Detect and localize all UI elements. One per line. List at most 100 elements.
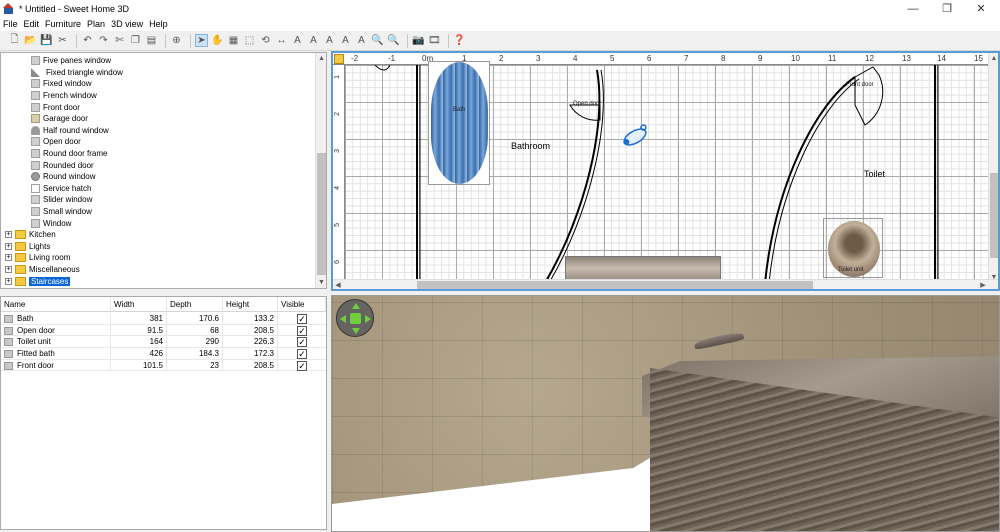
undo-icon[interactable]: ↶ <box>81 34 94 47</box>
tree-item-five-panes-window[interactable]: Five panes window <box>31 55 111 67</box>
italic-text-icon[interactable]: A <box>355 34 368 47</box>
tree-folder-lights[interactable]: + Lights <box>5 241 50 253</box>
visible-checkbox[interactable]: ✓ <box>297 360 307 371</box>
scroll-left-icon[interactable]: ◀ <box>333 280 343 289</box>
tree-item-slider-window[interactable]: Slider window <box>31 194 92 206</box>
furniture-table[interactable]: Name Width Depth Height Visible Bath 381… <box>0 296 327 530</box>
column-header-height[interactable]: Height <box>223 297 278 312</box>
column-header-width[interactable]: Width <box>111 297 167 312</box>
expand-icon[interactable]: + <box>5 266 12 274</box>
redo-icon[interactable]: ↷ <box>97 34 110 47</box>
pan-icon[interactable]: ✋ <box>211 34 224 47</box>
visible-checkbox[interactable]: ✓ <box>297 314 307 324</box>
cut-icon[interactable]: ✄ <box>113 34 126 47</box>
tree-item-fixed-window[interactable]: Fixed window <box>31 78 91 90</box>
scroll-thumb[interactable] <box>317 153 326 275</box>
select-icon[interactable]: ➤ <box>195 34 208 47</box>
tree-item-rounded-door[interactable]: Rounded door <box>31 159 94 171</box>
decrease-text-icon[interactable]: A <box>323 34 336 47</box>
tree-item-fixed-triangle-window[interactable]: Fixed triangle window <box>31 67 123 79</box>
new-icon[interactable]: 🗋 <box>8 34 21 47</box>
column-header-depth[interactable]: Depth <box>167 297 223 312</box>
table-row[interactable]: Toilet unit 164 290 226.3 ✓ <box>1 336 326 349</box>
menu-edit[interactable]: Edit <box>21 19 43 29</box>
plan-bath-object[interactable]: Bath <box>428 61 490 185</box>
menu-3d-view[interactable]: 3D view <box>108 19 146 29</box>
tree-folder-staircases[interactable]: + Staircases <box>5 275 71 287</box>
column-header-name[interactable]: Name <box>1 297 111 312</box>
move-backward-arrow-icon[interactable] <box>352 328 360 334</box>
create-walls-icon[interactable]: ▦ <box>227 34 240 47</box>
menu-furniture[interactable]: Furniture <box>42 19 84 29</box>
plan-front-door-label[interactable]: Front door <box>846 82 874 88</box>
tree-item-service-hatch[interactable]: Service hatch <box>31 183 91 195</box>
save-icon[interactable]: 💾 <box>40 34 53 47</box>
create-video-icon[interactable]: 🎞 <box>428 34 441 47</box>
tree-item-small-window[interactable]: Small window <box>31 206 92 218</box>
create-photo-icon[interactable]: 📷 <box>412 34 425 47</box>
table-row[interactable]: Open door 91.5 68 208.5 ✓ <box>1 324 326 337</box>
add-text-icon[interactable]: A <box>291 34 304 47</box>
create-rooms-icon[interactable]: ⬚ <box>243 34 256 47</box>
scroll-thumb[interactable] <box>990 173 998 258</box>
paste-icon[interactable]: ▤ <box>145 34 158 47</box>
room-label-toilet[interactable]: Toilet <box>864 169 885 179</box>
tree-folder-kitchen[interactable]: + Kitchen <box>5 229 56 241</box>
open-icon[interactable]: 📂 <box>24 34 37 47</box>
scroll-down-icon[interactable]: ▼ <box>316 277 326 288</box>
maximize-button[interactable]: ❐ <box>930 0 964 17</box>
visible-checkbox[interactable]: ✓ <box>297 349 307 360</box>
tree-item-round-door-frame[interactable]: Round door frame <box>31 148 107 160</box>
tree-item-front-door[interactable]: Front door <box>31 101 80 113</box>
expand-icon[interactable]: + <box>5 231 12 239</box>
bold-text-icon[interactable]: A <box>339 34 352 47</box>
increase-text-icon[interactable]: A <box>307 34 320 47</box>
create-polylines-icon[interactable]: ⟲ <box>259 34 272 47</box>
turn-right-arrow-icon[interactable] <box>365 315 371 323</box>
visible-checkbox[interactable]: ✓ <box>297 337 307 348</box>
tree-item-half-round-window[interactable]: Half round window <box>31 125 109 137</box>
room-label-bathroom[interactable]: Bathroom <box>511 141 550 151</box>
navigation-center-icon[interactable] <box>350 313 361 324</box>
table-row[interactable]: Fitted bath 426 184.3 172.3 ✓ <box>1 348 326 360</box>
expand-icon[interactable]: + <box>5 242 12 250</box>
visible-checkbox[interactable]: ✓ <box>297 325 307 336</box>
furniture-catalog-tree[interactable]: Five panes window Fixed triangle window … <box>0 52 327 289</box>
scroll-thumb[interactable] <box>417 281 813 289</box>
add-furniture-icon[interactable]: ⊕ <box>170 34 183 47</box>
tree-item-round-window[interactable]: Round window <box>31 171 95 183</box>
tree-item-garage-door[interactable]: Garage door <box>31 113 88 125</box>
move-forward-arrow-icon[interactable] <box>352 303 360 309</box>
tree-item-window[interactable]: Window <box>31 217 71 229</box>
3d-view[interactable] <box>331 295 1000 532</box>
copy-icon[interactable]: ❐ <box>129 34 142 47</box>
catalog-table-splitter[interactable] <box>0 290 327 294</box>
zoom-out-icon[interactable]: 🔍 <box>387 34 400 47</box>
plan-horizontal-scrollbar[interactable]: ◀ ▶ <box>333 279 998 289</box>
plan-toilet-object[interactable]: Toilet unit <box>823 218 883 278</box>
minimize-button[interactable]: — <box>896 0 930 17</box>
menu-file[interactable]: File <box>0 19 21 29</box>
turn-left-arrow-icon[interactable] <box>340 315 346 323</box>
tree-item-french-window[interactable]: French window <box>31 90 97 102</box>
scroll-up-icon[interactable]: ▲ <box>989 53 998 64</box>
scroll-right-icon[interactable]: ▶ <box>978 280 988 289</box>
close-button[interactable]: ✕ <box>964 0 998 17</box>
column-header-visible[interactable]: Visible <box>278 297 326 312</box>
scroll-up-icon[interactable]: ▲ <box>316 53 326 64</box>
tree-folder-miscellaneous[interactable]: + Miscellaneous <box>5 264 80 276</box>
expand-icon[interactable]: + <box>5 277 12 285</box>
tree-item-open-door[interactable]: Open door <box>31 136 81 148</box>
3d-navigation-control[interactable] <box>336 299 374 337</box>
expand-icon[interactable]: + <box>5 254 12 262</box>
menu-plan[interactable]: Plan <box>84 19 108 29</box>
tree-folder-living-room[interactable]: + Living room <box>5 252 70 264</box>
zoom-in-icon[interactable]: 🔍 <box>371 34 384 47</box>
plan-vertical-scrollbar[interactable]: ▲ ▼ <box>988 53 998 283</box>
create-dimensions-icon[interactable]: ↔ <box>275 34 288 47</box>
plan-view[interactable]: -2 -1 0m 1 2 3 4 5 6 7 8 9 10 11 12 13 1… <box>331 51 1000 291</box>
table-row[interactable]: Front door 101.5 23 208.5 ✓ <box>1 359 326 372</box>
menu-help[interactable]: Help <box>146 19 171 29</box>
help-icon[interactable]: ❓ <box>453 34 466 47</box>
plan-open-door-label[interactable]: Open door <box>573 101 601 107</box>
